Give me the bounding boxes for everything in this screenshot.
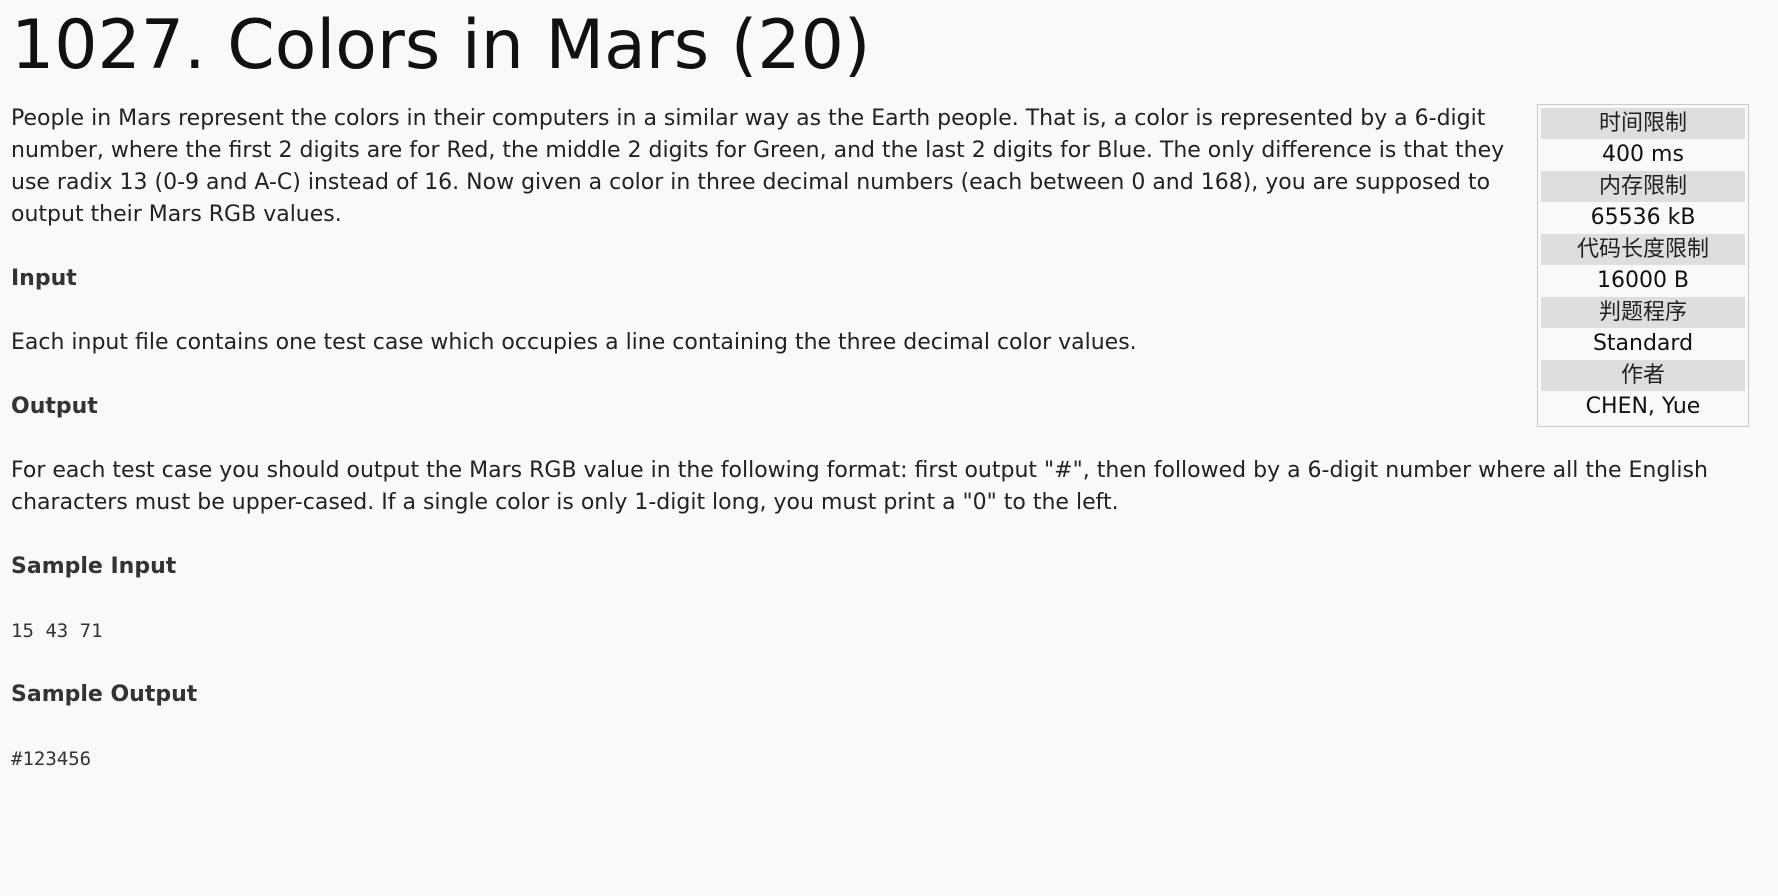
input-heading: Input <box>11 266 77 291</box>
problem-description: People in Mars represent the colors in t… <box>11 106 1505 227</box>
output-text: For each test case you should output the… <box>11 458 1708 515</box>
sample-output-heading: Sample Output <box>11 682 198 707</box>
input-text: Each input file contains one test case w… <box>11 330 1137 355</box>
problem-title: 1027. Colors in Mars (20) <box>11 6 871 85</box>
memory-limit-label: 内存限制 <box>1541 171 1745 202</box>
sample-input: 15 43 71 <box>11 620 103 642</box>
time-limit-value: 400 ms <box>1602 142 1684 167</box>
author-label: 作者 <box>1541 360 1745 391</box>
author-value: CHEN, Yue <box>1585 394 1701 419</box>
judge-label: 判题程序 <box>1541 297 1745 328</box>
code-length-limit-label: 代码长度限制 <box>1541 234 1745 265</box>
code-length-limit-value: 16000 B <box>1596 268 1690 293</box>
time-limit-label: 时间限制 <box>1541 108 1745 139</box>
memory-limit-value: 65536 kB <box>1590 205 1696 230</box>
judge-value: Standard <box>1592 331 1694 356</box>
sample-input-heading: Sample Input <box>11 554 177 579</box>
limits-panel: 时间限制 400 ms 内存限制 65536 kB 代码长度限制 16000 B… <box>1537 104 1749 427</box>
problem-content: 时间限制 400 ms 内存限制 65536 kB 代码长度限制 16000 B… <box>11 103 1771 775</box>
sample-output: #123456 <box>11 748 92 770</box>
output-heading: Output <box>11 394 98 419</box>
